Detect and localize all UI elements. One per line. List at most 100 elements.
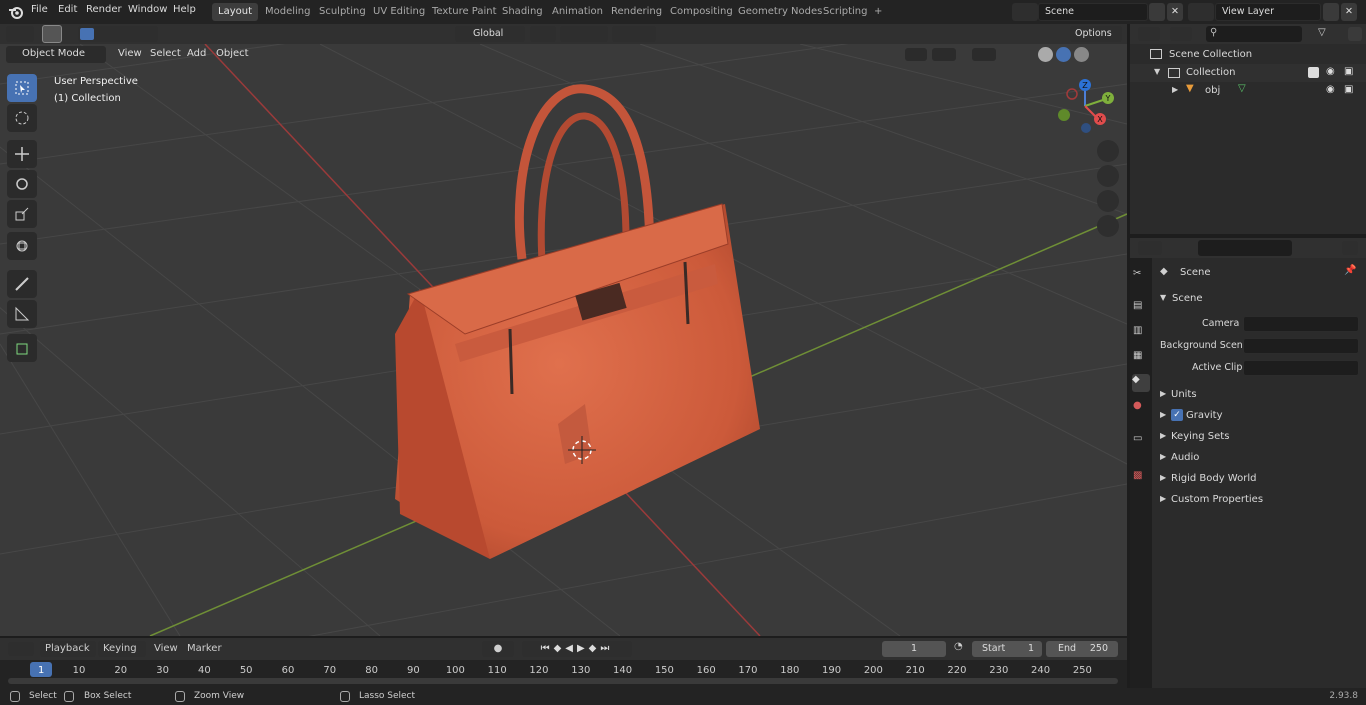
blender-logo-icon[interactable] (8, 4, 24, 20)
3d-viewport[interactable]: User Perspective (1) Collection Z Y X (0, 44, 1127, 636)
expand-arrow-icon[interactable]: ▼ (1154, 67, 1160, 76)
measure-tool-icon[interactable] (7, 300, 37, 328)
tab-scripting[interactable]: Scripting (817, 3, 873, 21)
timeline-menu-view[interactable]: View (154, 643, 178, 654)
view-layer-copy-icon[interactable] (1323, 3, 1339, 21)
overlay-toggle-icon[interactable] (972, 48, 996, 61)
viewport-menu-object[interactable]: Object (216, 48, 249, 59)
tab-compositing[interactable]: Compositing (664, 3, 739, 21)
select-box-tool-icon[interactable] (7, 74, 37, 102)
camera-icon[interactable]: ▣ (1344, 84, 1353, 95)
keying-dropdown[interactable]: Keying (98, 641, 146, 657)
section-custom-properties[interactable]: ▶ Custom Properties (1154, 491, 1366, 509)
select-tool-icon[interactable] (42, 25, 62, 43)
section-units[interactable]: ▶ Units (1154, 386, 1366, 404)
stopwatch-icon[interactable]: ◔ (954, 641, 970, 657)
properties-search-input[interactable] (1198, 240, 1292, 256)
shading-buttons[interactable] (900, 46, 1120, 63)
zoom-icon[interactable] (1097, 140, 1119, 162)
menu-help[interactable]: Help (173, 4, 196, 15)
properties-editor-type-icon[interactable] (1138, 241, 1162, 255)
timeline-menu-marker[interactable]: Marker (187, 643, 222, 654)
render-tab-icon[interactable]: ▤ (1133, 300, 1149, 316)
editor-type-icon[interactable] (6, 26, 34, 42)
timeline-scrollbar[interactable] (8, 678, 1118, 684)
mode-set-icon[interactable] (80, 28, 94, 40)
playback-dropdown[interactable]: Playback (40, 641, 96, 657)
mesh-data-icon[interactable]: ▽ (1238, 83, 1246, 94)
background-scene-field[interactable] (1243, 338, 1359, 354)
viewport-menu-view[interactable]: View (118, 48, 142, 59)
properties-options-icon[interactable] (1342, 241, 1358, 255)
outliner-search-input[interactable]: ⚲ (1206, 26, 1302, 42)
outliner-row-collection[interactable]: ▼ Collection ◉ ▣ (1130, 64, 1366, 82)
section-rigid-body-world[interactable]: ▶ Rigid Body World (1154, 470, 1366, 488)
menu-file[interactable]: File (31, 4, 48, 15)
collection-tab-icon[interactable]: ▭ (1133, 433, 1149, 449)
annotate-tool-icon[interactable] (7, 270, 37, 298)
orientation-dropdown[interactable]: Global (455, 26, 525, 42)
expand-arrow-icon[interactable]: ▶ (1172, 85, 1178, 94)
menu-window[interactable]: Window (128, 4, 167, 15)
playback-controls[interactable]: ⏮◆◀▶◆⏭ (522, 641, 632, 657)
scene-close-icon[interactable]: ✕ (1167, 3, 1183, 21)
camera-field[interactable] (1243, 316, 1359, 332)
section-audio[interactable]: ▶ Audio (1154, 449, 1366, 467)
snap-icon[interactable] (560, 26, 608, 42)
texture-tab-icon[interactable]: ▩ (1133, 470, 1149, 486)
visibility-icon[interactable] (905, 48, 927, 61)
tab-sculpting[interactable]: Sculpting (313, 3, 372, 21)
tab-animation[interactable]: Animation (546, 3, 609, 21)
camera-icon[interactable]: ▣ (1344, 66, 1353, 77)
active-clip-field[interactable] (1243, 360, 1359, 376)
pin-icon[interactable]: 📌 (1344, 265, 1356, 276)
current-frame-field[interactable]: 1 (882, 641, 946, 657)
selection-mode-buttons[interactable] (78, 26, 158, 42)
start-frame-field[interactable]: Start 1 (972, 641, 1042, 657)
material-preview-icon[interactable] (1056, 47, 1071, 62)
solid-shading-icon[interactable] (1038, 47, 1053, 62)
pivot-icon[interactable] (530, 26, 556, 42)
pan-hand-icon[interactable] (1097, 165, 1119, 187)
collection-checkbox[interactable] (1308, 67, 1319, 78)
tab-rendering[interactable]: Rendering (605, 3, 668, 21)
viewport-menu-select[interactable]: Select (150, 48, 181, 59)
move-tool-icon[interactable] (7, 140, 37, 168)
gravity-checkbox[interactable]: ✓ (1171, 409, 1183, 421)
menu-edit[interactable]: Edit (58, 4, 77, 15)
scene-panel-header[interactable]: ▼ Scene (1154, 290, 1366, 308)
scale-tool-icon[interactable] (7, 200, 37, 228)
navigation-gizmo[interactable]: Z Y X (1052, 76, 1118, 142)
outliner-row-scene-collection[interactable]: Scene Collection (1130, 46, 1366, 64)
add-cube-tool-icon[interactable] (7, 334, 37, 362)
outliner-editor-type-icon[interactable] (1138, 27, 1160, 41)
tool-tab-icon[interactable]: ✂ (1133, 268, 1149, 284)
section-gravity[interactable]: ▶ ✓ Gravity (1154, 407, 1366, 425)
transform-tool-icon[interactable] (7, 232, 37, 260)
scene-copy-icon[interactable] (1149, 3, 1165, 21)
tab-shading[interactable]: Shading (496, 3, 549, 21)
cursor-tool-icon[interactable] (7, 104, 37, 132)
record-icon[interactable]: ● (482, 641, 514, 657)
tab-modeling[interactable]: Modeling (259, 3, 317, 21)
proportional-edit-icon[interactable] (612, 26, 656, 42)
viewport-menu-add[interactable]: Add (187, 48, 206, 59)
section-keying-sets[interactable]: ▶ Keying Sets (1154, 428, 1366, 446)
grid-view-icon[interactable] (1097, 215, 1119, 237)
object-mode-dropdown[interactable]: Object Mode (6, 46, 106, 63)
options-dropdown[interactable]: Options (1070, 26, 1122, 42)
view-layer-field[interactable]: View Layer (1215, 3, 1321, 21)
eye-icon[interactable]: ◉ (1326, 84, 1335, 95)
end-frame-field[interactable]: End 250 (1046, 641, 1118, 657)
view-layer-tab-icon[interactable]: ▦ (1133, 350, 1149, 366)
tab-geometry-nodes[interactable]: Geometry Nodes (732, 3, 828, 21)
rendered-shading-icon[interactable] (1074, 47, 1089, 62)
tab-uv-editing[interactable]: UV Editing (367, 3, 431, 21)
camera-view-icon[interactable] (1097, 190, 1119, 212)
world-tab-icon[interactable]: ● (1133, 400, 1149, 416)
add-workspace-button[interactable]: + (868, 3, 888, 21)
menu-render[interactable]: Render (86, 4, 122, 15)
gizmo-toggle-icon[interactable] (932, 48, 956, 61)
rotate-tool-icon[interactable] (7, 170, 37, 198)
scene-field[interactable]: Scene (1038, 3, 1148, 21)
